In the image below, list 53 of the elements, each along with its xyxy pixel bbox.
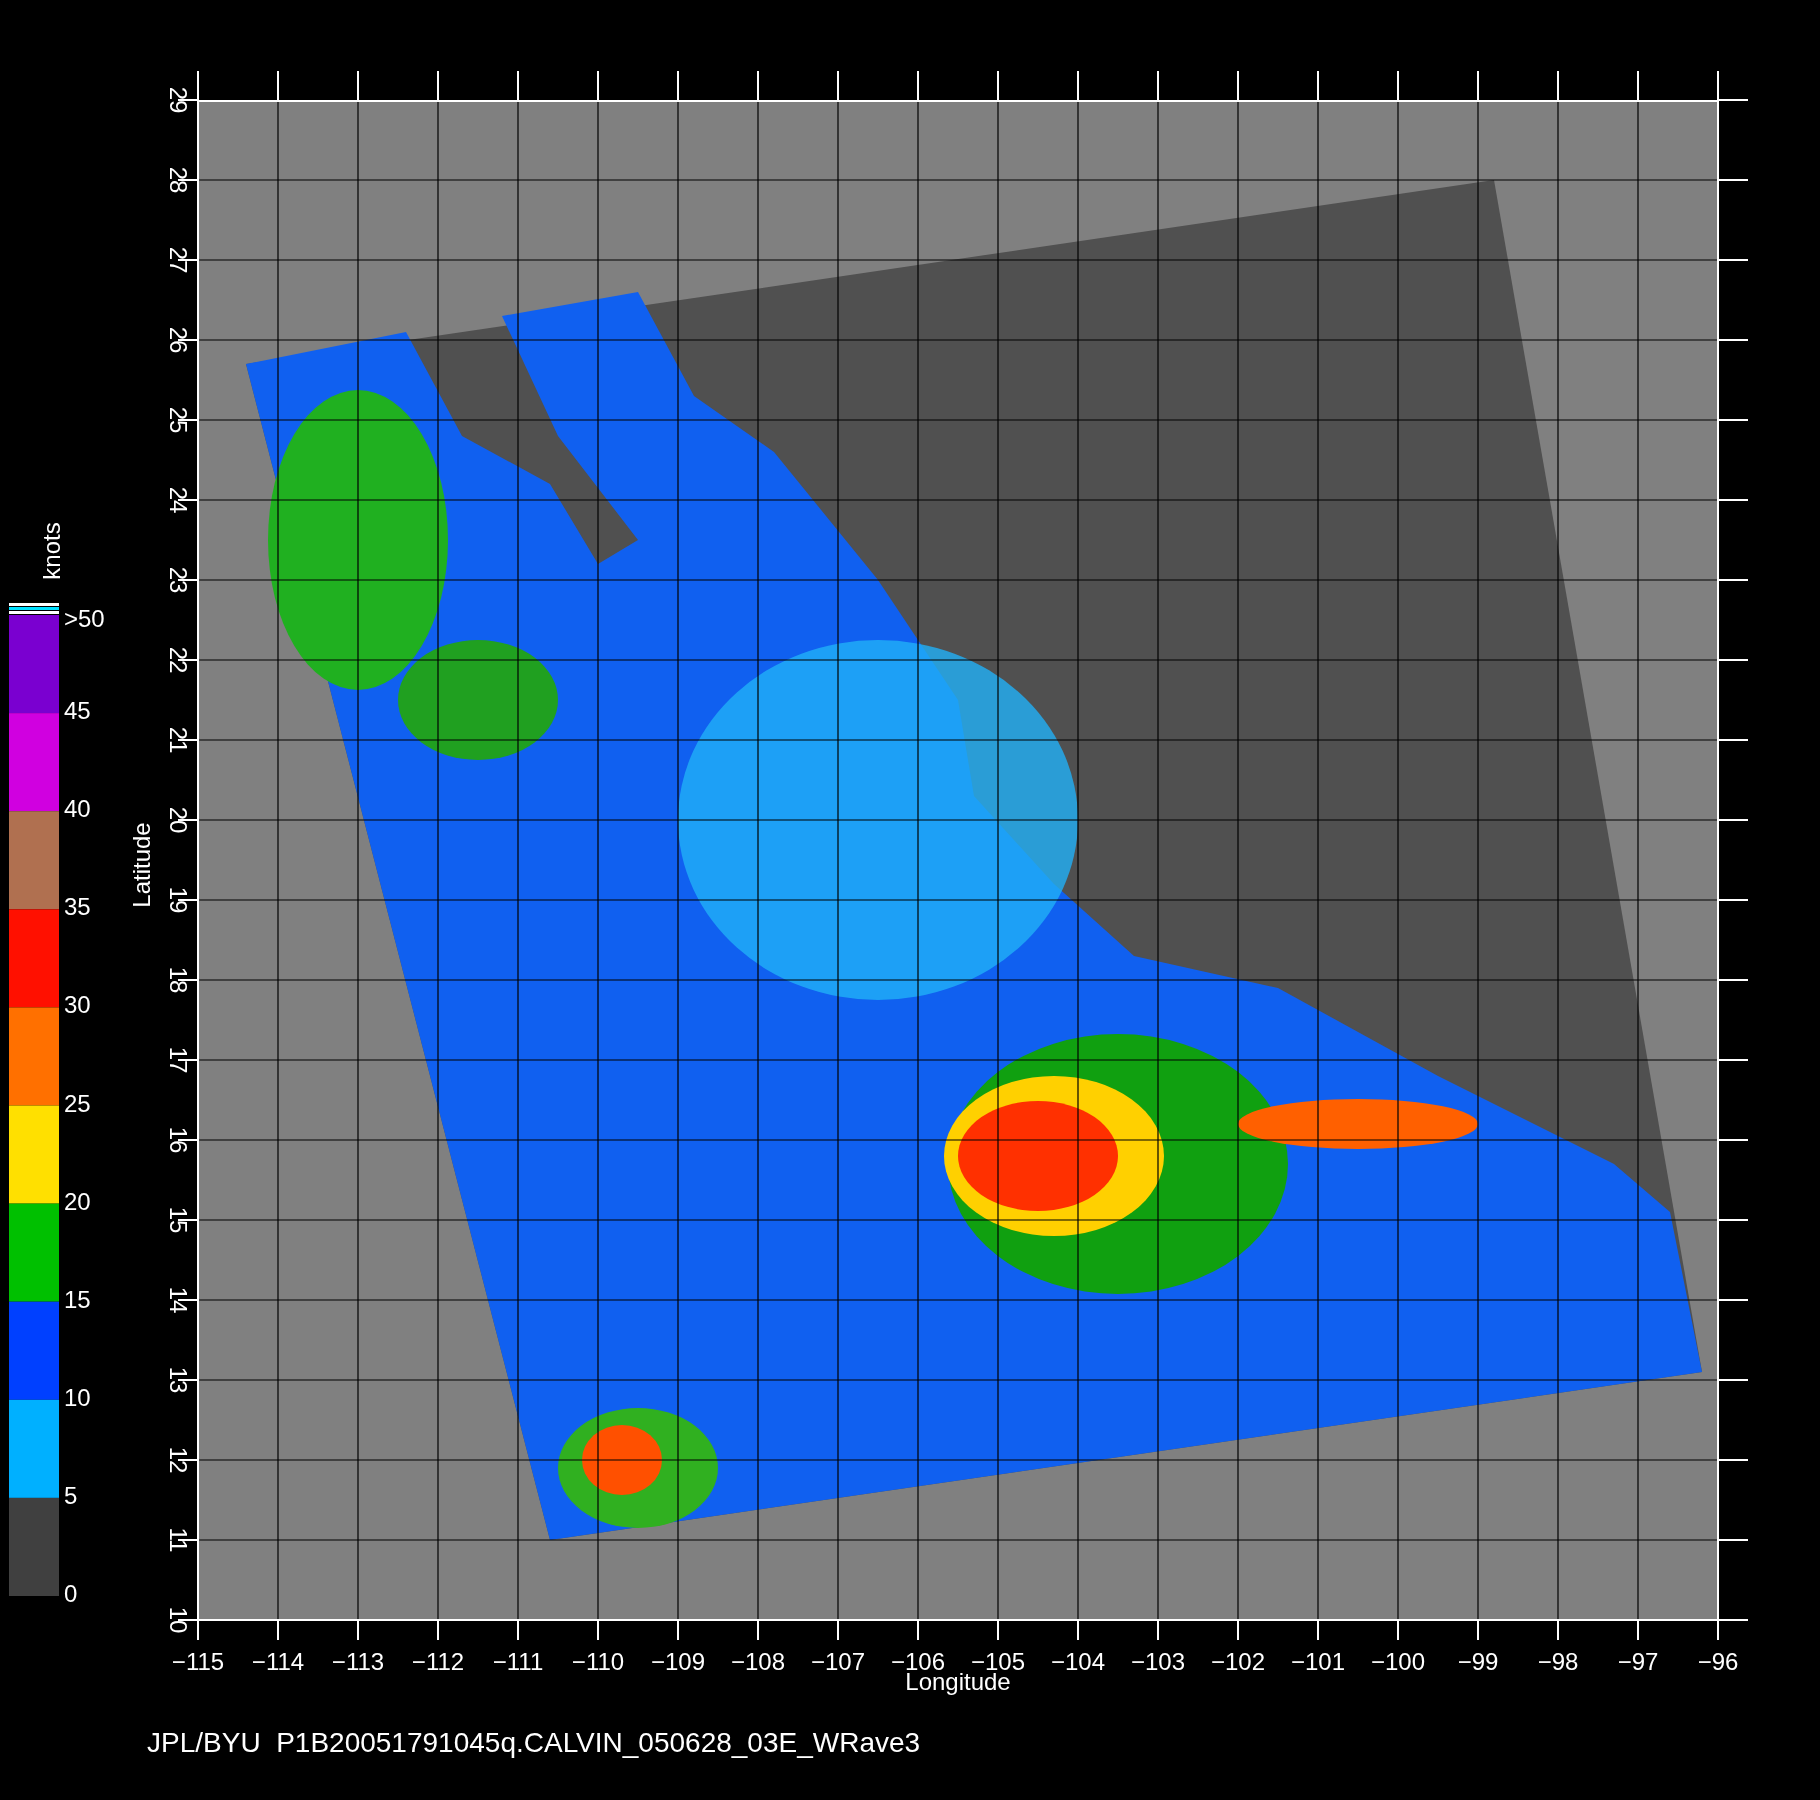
- plot-caption: JPL/BYU P1B20051791045q.CALVIN_050628_03E_WRave3: [147, 1727, 921, 1758]
- latitude-axis-label: Latitude: [128, 822, 155, 908]
- colorbar-label: 35: [64, 893, 91, 921]
- longitude-tick-label: −108: [730, 1648, 786, 1675]
- latitude-tick-label: 28: [165, 166, 192, 194]
- longitude-tick-label: −97: [1617, 1648, 1659, 1675]
- latitude-tick-label: 26: [165, 326, 192, 354]
- longitude-tick-label: −114: [251, 1648, 305, 1675]
- longitude-tick-label: −107: [810, 1648, 866, 1675]
- colorbar-label: 40: [64, 795, 91, 823]
- colorbar-label: 15: [64, 1285, 91, 1313]
- latitude-tick-label: 27: [165, 246, 192, 274]
- longitude-tick-label: −111: [492, 1648, 544, 1675]
- longitude-tick-label: −104: [1050, 1648, 1106, 1675]
- latitude-tick-label: 22: [165, 646, 192, 674]
- latitude-tick-label: 20: [165, 806, 192, 834]
- colorbar-label: 30: [64, 991, 91, 1019]
- latitude-tick-label: 21: [165, 726, 192, 754]
- latitude-tick-label: 16: [165, 1126, 192, 1154]
- longitude-tick-label: −102: [1210, 1648, 1266, 1675]
- colorbar-label: 20: [64, 1187, 91, 1215]
- latitude-tick-label: 19: [165, 886, 192, 914]
- longitude-tick-label: −113: [331, 1648, 385, 1675]
- longitude-tick-label: −98: [1537, 1648, 1579, 1675]
- longitude-tick-label: −110: [571, 1648, 625, 1675]
- latitude-tick-label: 29: [165, 86, 192, 114]
- latitude-tick-label: 23: [165, 566, 192, 594]
- latitude-tick-label: 25: [165, 406, 192, 434]
- colorbar-unit-label: knots: [38, 522, 65, 580]
- latitude-tick-label: 12: [165, 1446, 192, 1474]
- latitude-tick-label: 10: [165, 1606, 192, 1634]
- longitude-tick-label: −96: [1697, 1648, 1739, 1675]
- colorbar-label: 45: [64, 697, 91, 725]
- colorbar-label: 25: [64, 1089, 91, 1117]
- latitude-tick-label: 14: [165, 1286, 192, 1314]
- latitude-tick-label: 13: [165, 1366, 192, 1394]
- colorbar-label: 0: [64, 1580, 78, 1607]
- colorbar-cap-icon: [9, 603, 59, 614]
- longitude-tick-label: −115: [171, 1648, 225, 1675]
- longitude-tick-label: −109: [650, 1648, 706, 1675]
- longitude-tick-label: −101: [1290, 1648, 1346, 1675]
- longitude-tick-label: −112: [411, 1648, 465, 1675]
- colorbar-label: 10: [64, 1383, 91, 1411]
- longitude-tick-label: −100: [1370, 1648, 1426, 1675]
- latitude-tick-label: 18: [165, 966, 192, 994]
- latitude-tick-label: 15: [165, 1206, 192, 1234]
- longitude-tick-label: −99: [1457, 1648, 1499, 1675]
- longitude-tick-label: −103: [1130, 1648, 1186, 1675]
- colorbar-label: >50: [64, 605, 105, 632]
- latitude-tick-label: 17: [165, 1046, 192, 1074]
- colorbar-label: 5: [64, 1481, 78, 1509]
- latitude-tick-label: 11: [165, 1527, 192, 1553]
- latitude-tick-label: 24: [165, 486, 192, 514]
